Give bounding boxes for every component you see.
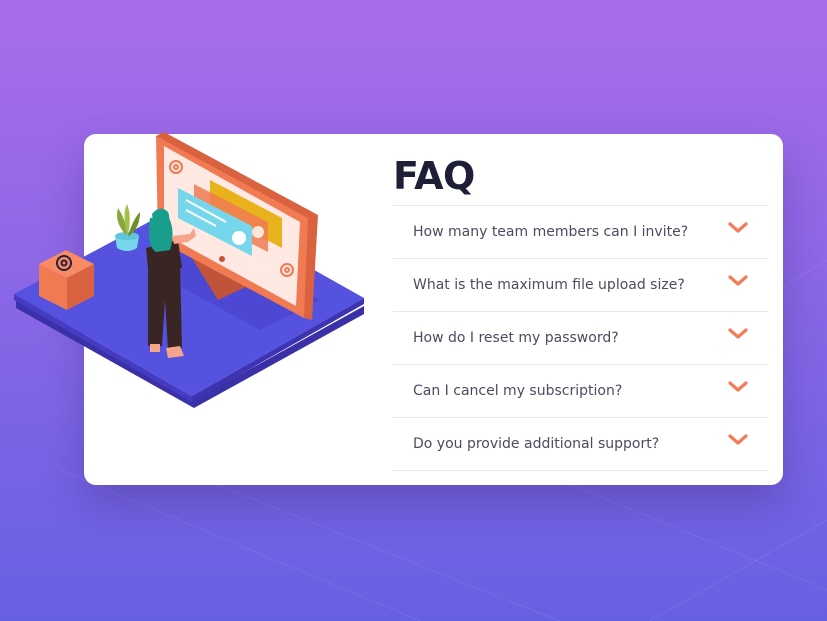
faq-item[interactable]: How many team members can I invite? [393,206,768,259]
page-title: FAQ [393,154,475,198]
faq-list: How many team members can I invite? What… [393,205,768,471]
chevron-down-icon[interactable] [727,380,749,394]
faq-section: FAQ How many team members can I invite? … [393,150,768,471]
chevron-down-icon[interactable] [727,327,749,341]
chevron-down-icon[interactable] [727,433,749,447]
faq-question[interactable]: How do I reset my password? [413,330,619,346]
faq-item[interactable]: What is the maximum file upload size? [393,259,768,312]
faq-item[interactable]: Do you provide additional support? [393,418,768,471]
faq-item[interactable]: How do I reset my password? [393,312,768,365]
faq-question[interactable]: Can I cancel my subscription? [413,383,622,399]
chevron-down-icon[interactable] [727,221,749,235]
faq-question[interactable]: How many team members can I invite? [413,224,688,240]
chevron-down-icon[interactable] [727,274,749,288]
faq-item[interactable]: Can I cancel my subscription? [393,365,768,418]
faq-question[interactable]: What is the maximum file upload size? [413,277,685,293]
faq-question[interactable]: Do you provide additional support? [413,436,659,452]
